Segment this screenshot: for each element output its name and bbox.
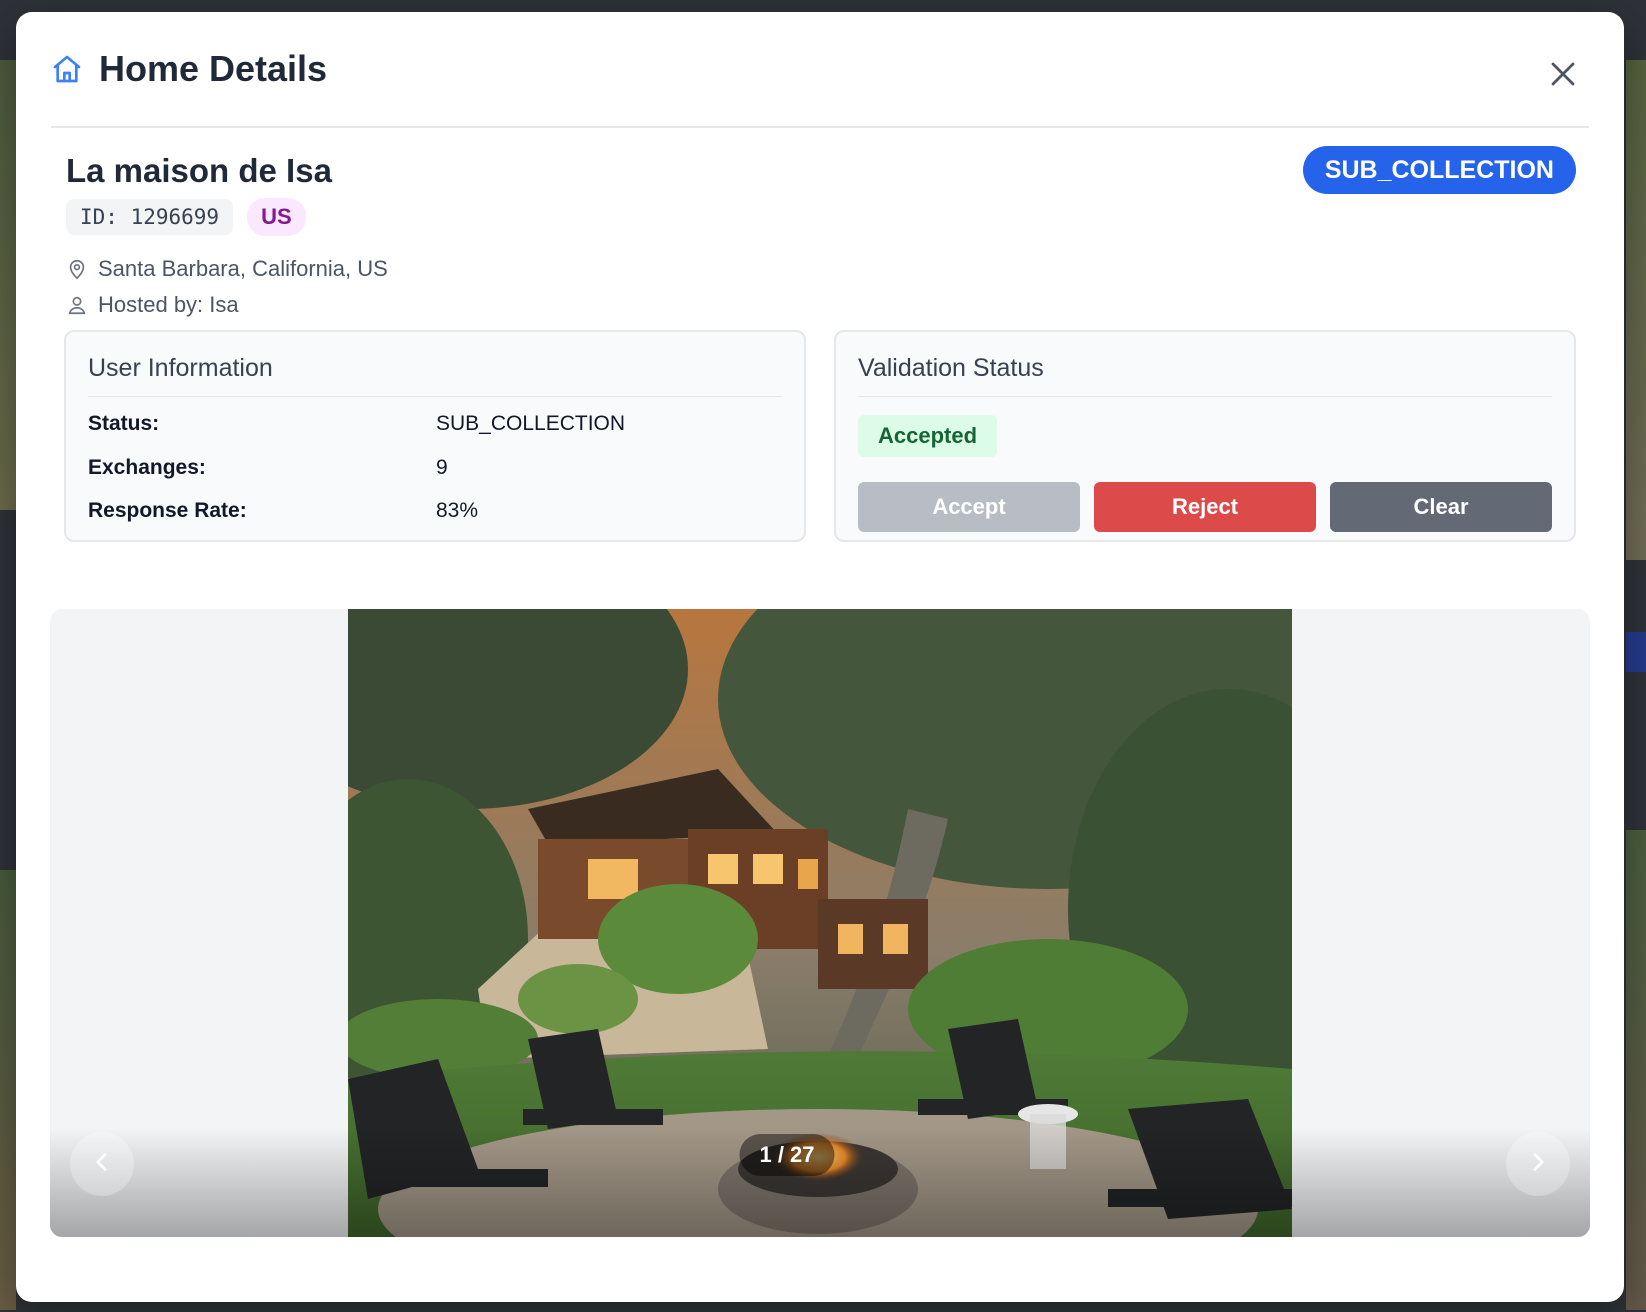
listing-host: Hosted by: Isa [66, 292, 239, 318]
info-label: Status: [88, 412, 160, 435]
chevron-right-icon [1525, 1149, 1551, 1180]
background-card-left-top [0, 60, 16, 510]
user-information-card: User Information Status: SUB_COLLECTION … [64, 330, 806, 542]
listing-location: Santa Barbara, California, US [66, 256, 388, 282]
validation-status-badge: Accepted [858, 415, 998, 457]
listing-id-chip: ID: 1296699 [66, 199, 234, 235]
reject-button[interactable]: Reject [1094, 482, 1316, 532]
previous-photo-button[interactable] [70, 1132, 134, 1196]
background-badge-right [1626, 632, 1646, 672]
accept-button[interactable]: Accept [858, 482, 1080, 532]
home-details-modal: Home Details La maison de Isa SUB_COLLEC… [16, 12, 1624, 1302]
next-photo-button[interactable] [1506, 1132, 1570, 1196]
country-chip: US [247, 198, 306, 236]
info-label: Exchanges: [88, 456, 206, 479]
clear-button[interactable]: Clear [1330, 482, 1552, 532]
close-button[interactable] [1543, 56, 1583, 96]
listing-title: La maison de Isa [66, 152, 332, 189]
background-card-left-bottom [0, 870, 16, 1310]
home-icon [51, 53, 83, 85]
host-text: Hosted by: Isa [98, 292, 239, 317]
user-information-title: User Information [88, 354, 782, 397]
background-card-right-bottom [1626, 830, 1646, 1310]
photo-counter: 1 / 27 [739, 1134, 835, 1176]
info-value: 83% [436, 499, 479, 522]
chevron-left-icon [89, 1149, 115, 1180]
location-text: Santa Barbara, California, US [98, 256, 388, 281]
listing-chips: ID: 1296699 US [66, 198, 306, 236]
collection-status-badge: SUB_COLLECTION [1302, 146, 1576, 194]
validation-status-title: Validation Status [858, 354, 1552, 397]
close-icon [1548, 59, 1578, 94]
modal-title: Home Details [99, 48, 328, 89]
validation-status-card: Validation Status Accepted Accept Reject… [834, 330, 1576, 542]
background-card-right-top [1626, 60, 1646, 560]
modal-header: Home Details [51, 12, 1589, 128]
user-icon [66, 294, 88, 316]
map-pin-icon [66, 258, 88, 280]
info-value: 9 [436, 456, 448, 479]
info-value: SUB_COLLECTION [436, 412, 626, 435]
info-label: Response Rate: [88, 499, 247, 522]
